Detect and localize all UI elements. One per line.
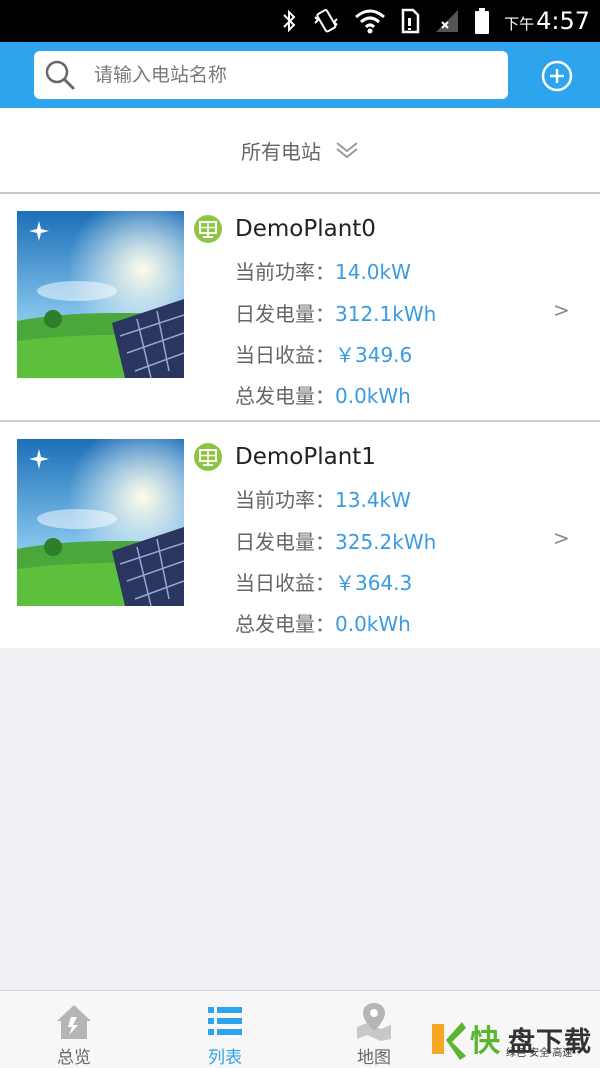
chevron-down-icon [336,142,358,159]
nav-label: 总览 [57,1048,91,1068]
daily-income-value: ￥364.3 [335,571,413,595]
status-icons: 下午 4:57 [280,4,590,38]
plant-thumbnail [17,211,184,378]
k-logo-icon [432,1022,466,1060]
daily-income-row: 当日收益：￥349.6 [235,341,412,369]
search-box[interactable] [34,51,508,99]
chevron-right-icon[interactable]: > [553,526,570,550]
status-time: 4:57 [536,7,590,35]
filter-label: 所有电站 [241,139,321,164]
home-icon [57,1005,91,1039]
watermark-sub: 绿色·安全·高速 [506,1048,573,1059]
wifi-icon [355,9,386,34]
plant-list-item[interactable]: DemoPlant1 当前功率：13.4kW 日发电量：325.2kWh 当日收… [0,422,600,648]
add-plant-button[interactable] [541,60,573,92]
map-pin-icon [357,1003,391,1041]
daily-energy-value: 312.1kWh [335,302,437,326]
watermark-logo: 快 盘下载 绿色·安全·高速 [428,1014,600,1062]
daily-income-value: ￥349.6 [335,343,413,367]
total-energy-value: 0.0kWh [335,384,411,408]
status-clock: 下午 4:57 [504,7,590,35]
nav-label: 列表 [208,1048,242,1068]
daily-energy-row: 日发电量：312.1kWh [235,300,436,328]
total-energy-row: 总发电量：0.0kWh [235,610,411,638]
solar-panel-icon [194,443,222,471]
plant-name: DemoPlant1 [235,444,376,470]
current-power-label: 当前功率： [235,488,335,512]
chevron-right-icon[interactable]: > [553,298,570,322]
daily-income-row: 当日收益：￥364.3 [235,569,412,597]
nav-item-overview[interactable]: 总览 [24,991,124,1068]
plant-list-item[interactable]: DemoPlant0 当前功率：14.0kW 日发电量：312.1kWh 当日收… [0,194,600,420]
list-icon [208,1007,242,1035]
daily-energy-label: 日发电量： [235,530,335,554]
plant-filter-dropdown[interactable]: 所有电站 [0,108,600,194]
plant-name: DemoPlant0 [235,216,376,242]
nav-label: 地图 [357,1048,391,1068]
total-energy-label: 总发电量： [235,612,335,636]
status-bar: 下午 4:57 [0,0,600,42]
total-energy-value: 0.0kWh [335,612,411,636]
total-energy-label: 总发电量： [235,384,335,408]
top-bar [0,42,600,108]
signal-icon [436,10,459,32]
daily-energy-value: 325.2kWh [335,530,437,554]
bluetooth-icon [283,9,296,33]
daily-income-label: 当日收益： [235,343,335,367]
search-icon [45,60,75,90]
search-input[interactable] [94,51,494,99]
current-power-value: 14.0kW [335,260,411,284]
nav-item-list[interactable]: 列表 [175,991,275,1068]
status-ampm: 下午 [504,15,535,33]
nav-item-map[interactable]: 地图 [324,991,424,1068]
daily-energy-row: 日发电量：325.2kWh [235,528,436,556]
daily-income-label: 当日收益： [235,571,335,595]
current-power-row: 当前功率：14.0kW [235,258,411,286]
total-energy-row: 总发电量：0.0kWh [235,382,411,410]
plant-thumbnail [17,439,184,606]
current-power-label: 当前功率： [235,260,335,284]
sim-icon [401,8,420,34]
daily-energy-label: 日发电量： [235,302,335,326]
solar-panel-icon [194,215,222,243]
battery-icon [475,8,490,34]
vibrate-icon [314,9,338,33]
current-power-value: 13.4kW [335,488,411,512]
current-power-row: 当前功率：13.4kW [235,486,411,514]
watermark-main: 快 [470,1024,500,1059]
